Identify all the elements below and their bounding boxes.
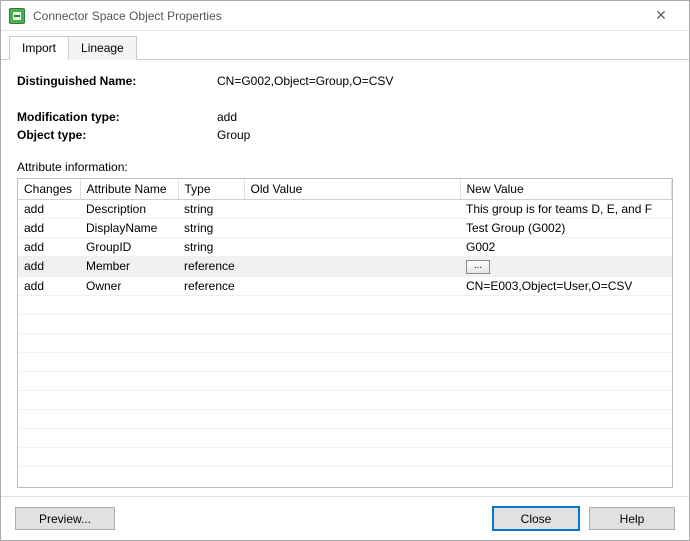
tab-content: Distinguished Name: CN=G002,Object=Group… bbox=[1, 60, 689, 496]
cell-type: reference bbox=[178, 257, 244, 277]
col-oldval[interactable]: Old Value bbox=[244, 179, 460, 200]
cell-oldval bbox=[244, 276, 460, 295]
cell-changes: add bbox=[18, 276, 80, 295]
cell-type: string bbox=[178, 238, 244, 257]
ellipsis-button[interactable]: ... bbox=[466, 260, 490, 274]
table-row[interactable] bbox=[18, 314, 672, 333]
col-newval[interactable]: New Value bbox=[460, 179, 672, 200]
cell-newval: This group is for teams D, E, and F bbox=[460, 200, 672, 219]
col-changes[interactable]: Changes bbox=[18, 179, 80, 200]
dn-value: CN=G002,Object=Group,O=CSV bbox=[217, 74, 673, 88]
attribute-grid[interactable]: Changes Attribute Name Type Old Value Ne… bbox=[17, 178, 673, 488]
cell-changes: add bbox=[18, 238, 80, 257]
app-icon bbox=[9, 8, 25, 24]
table-row[interactable] bbox=[18, 295, 672, 314]
tab-strip: Import Lineage bbox=[1, 31, 689, 60]
cell-attrname: Owner bbox=[80, 276, 178, 295]
close-icon[interactable]: ✕ bbox=[641, 2, 681, 30]
tab-lineage-label: Lineage bbox=[81, 41, 124, 55]
col-type[interactable]: Type bbox=[178, 179, 244, 200]
button-bar: Preview... Close Help bbox=[1, 496, 689, 540]
cell-type: string bbox=[178, 200, 244, 219]
table-row[interactable] bbox=[18, 371, 672, 390]
table-row[interactable] bbox=[18, 447, 672, 466]
tab-lineage[interactable]: Lineage bbox=[68, 36, 137, 60]
cell-newval: CN=E003,Object=User,O=CSV bbox=[460, 276, 672, 295]
cell-attrname: DisplayName bbox=[80, 219, 178, 238]
cell-changes: add bbox=[18, 219, 80, 238]
table-row[interactable]: addDescriptionstring This group is for te… bbox=[18, 200, 672, 219]
attrinfo-label: Attribute information: bbox=[17, 160, 673, 174]
cell-attrname: GroupID bbox=[80, 238, 178, 257]
table-row[interactable] bbox=[18, 390, 672, 409]
table-row[interactable] bbox=[18, 352, 672, 371]
dialog-window: Connector Space Object Properties ✕ Impo… bbox=[0, 0, 690, 541]
help-button[interactable]: Help bbox=[589, 507, 675, 530]
cell-newval: Test Group (G002) bbox=[460, 219, 672, 238]
cell-changes: add bbox=[18, 200, 80, 219]
cell-newval: ... bbox=[460, 257, 672, 277]
title-bar: Connector Space Object Properties ✕ bbox=[1, 1, 689, 31]
table-row[interactable] bbox=[18, 409, 672, 428]
col-attrname[interactable]: Attribute Name bbox=[80, 179, 178, 200]
table-row[interactable]: addGroupIDstring G002 bbox=[18, 238, 672, 257]
cell-newval: G002 bbox=[460, 238, 672, 257]
cell-type: string bbox=[178, 219, 244, 238]
close-button[interactable]: Close bbox=[493, 507, 579, 530]
cell-oldval bbox=[244, 257, 460, 277]
table-row[interactable] bbox=[18, 333, 672, 352]
cell-changes: add bbox=[18, 257, 80, 277]
cell-attrname: Description bbox=[80, 200, 178, 219]
cell-oldval bbox=[244, 200, 460, 219]
tab-import-label: Import bbox=[22, 41, 56, 55]
table-row[interactable] bbox=[18, 428, 672, 447]
cell-oldval bbox=[244, 219, 460, 238]
objtype-value: Group bbox=[217, 128, 673, 142]
modtype-value: add bbox=[217, 110, 673, 124]
modtype-label: Modification type: bbox=[17, 110, 217, 124]
table-row[interactable]: addDisplayNamestring Test Group (G002) bbox=[18, 219, 672, 238]
cell-type: reference bbox=[178, 276, 244, 295]
table-row[interactable]: addOwnerreference CN=E003,Object=User,O=C… bbox=[18, 276, 672, 295]
cell-oldval bbox=[244, 238, 460, 257]
cell-attrname: Member bbox=[80, 257, 178, 277]
objtype-label: Object type: bbox=[17, 128, 217, 142]
dn-label: Distinguished Name: bbox=[17, 74, 217, 88]
window-title: Connector Space Object Properties bbox=[33, 9, 641, 23]
grid-header-row: Changes Attribute Name Type Old Value Ne… bbox=[18, 179, 672, 200]
table-row[interactable]: addMemberreference... bbox=[18, 257, 672, 277]
tab-import[interactable]: Import bbox=[9, 36, 69, 60]
preview-button[interactable]: Preview... bbox=[15, 507, 115, 530]
